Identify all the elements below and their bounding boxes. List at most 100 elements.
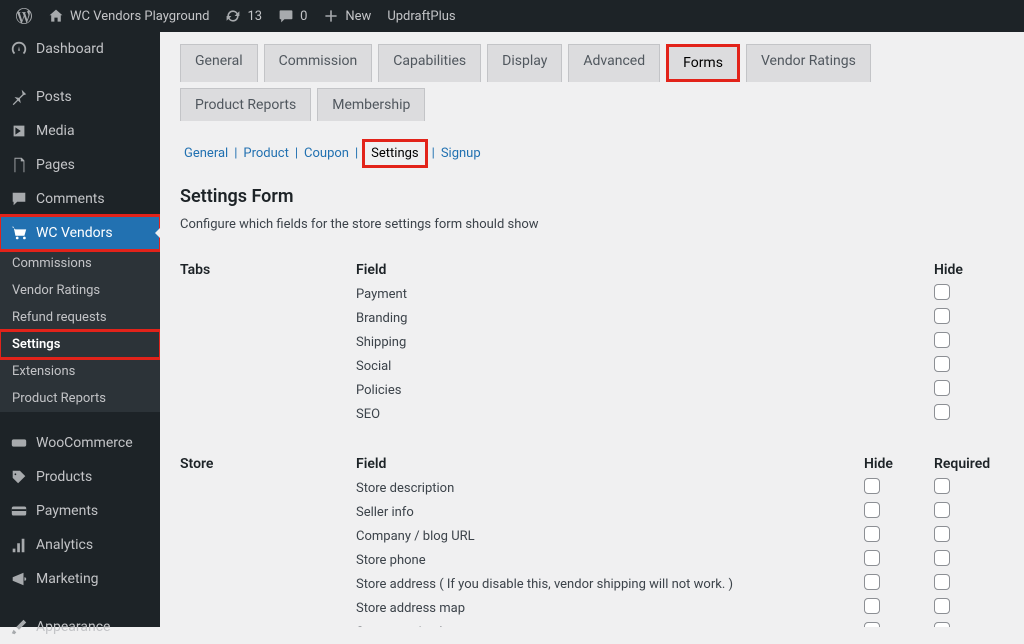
required-checkbox[interactable] bbox=[934, 598, 950, 614]
field-label: Policies bbox=[356, 383, 934, 398]
refresh-icon bbox=[225, 8, 241, 24]
menu-products[interactable]: Products bbox=[0, 460, 160, 494]
store-field-row: Store opening hours bbox=[356, 620, 1004, 627]
tab-product-reports[interactable]: Product Reports bbox=[180, 88, 311, 121]
subtab-settings[interactable]: Settings bbox=[362, 139, 427, 168]
subtab-coupon[interactable]: Coupon bbox=[302, 146, 351, 161]
required-checkbox[interactable] bbox=[934, 574, 950, 590]
products-icon bbox=[10, 468, 28, 486]
comments-count: 0 bbox=[300, 9, 307, 24]
hide-checkbox[interactable] bbox=[864, 526, 880, 542]
required-checkbox[interactable] bbox=[934, 478, 950, 494]
store-section: Store Field Hide Required Store descript… bbox=[180, 456, 1004, 627]
menu-woocommerce[interactable]: WooCommerce bbox=[0, 426, 160, 460]
submenu-commissions[interactable]: Commissions bbox=[0, 250, 160, 277]
field-label: Seller info bbox=[356, 505, 864, 520]
hide-checkbox[interactable] bbox=[864, 550, 880, 566]
pin-icon bbox=[10, 88, 28, 106]
store-field-row: Company / blog URL bbox=[356, 524, 1004, 548]
hide-checkbox[interactable] bbox=[864, 574, 880, 590]
comment-icon bbox=[278, 8, 294, 24]
hide-checkbox[interactable] bbox=[934, 356, 950, 372]
field-label: Social bbox=[356, 359, 934, 374]
new-label: New bbox=[345, 9, 371, 24]
tabs-field-row: Shipping bbox=[356, 330, 1004, 354]
hide-checkbox[interactable] bbox=[934, 332, 950, 348]
hide-checkbox[interactable] bbox=[934, 308, 950, 324]
hide-checkbox[interactable] bbox=[864, 478, 880, 494]
store-header-field: Field bbox=[356, 456, 864, 472]
field-label: Company / blog URL bbox=[356, 529, 864, 544]
admin-sidebar: Dashboard Posts Media Pages Comments WC … bbox=[0, 32, 160, 627]
wp-logo[interactable] bbox=[8, 0, 40, 32]
analytics-icon bbox=[10, 536, 28, 554]
page-desc: Configure which fields for the store set… bbox=[180, 217, 1004, 232]
menu-appearance[interactable]: Appearance bbox=[0, 610, 160, 644]
sub-tabs: General | Product | Coupon | Settings | … bbox=[180, 139, 1004, 168]
hide-checkbox[interactable] bbox=[864, 502, 880, 518]
menu-comments[interactable]: Comments bbox=[0, 182, 160, 216]
required-checkbox[interactable] bbox=[934, 550, 950, 566]
menu-posts[interactable]: Posts bbox=[0, 80, 160, 114]
page-icon bbox=[10, 156, 28, 174]
tab-capabilities[interactable]: Capabilities bbox=[378, 44, 481, 82]
menu-payments[interactable]: Payments bbox=[0, 494, 160, 528]
required-checkbox[interactable] bbox=[934, 502, 950, 518]
store-section-label: Store bbox=[180, 456, 356, 472]
submenu-refund[interactable]: Refund requests bbox=[0, 304, 160, 331]
store-field-row: Store address ( If you disable this, ven… bbox=[356, 572, 1004, 596]
subtab-general[interactable]: General bbox=[182, 146, 230, 161]
updates-count: 13 bbox=[247, 9, 262, 24]
tab-display[interactable]: Display bbox=[487, 44, 562, 82]
tab-general[interactable]: General bbox=[180, 44, 258, 82]
hide-checkbox[interactable] bbox=[864, 598, 880, 614]
required-checkbox[interactable] bbox=[934, 526, 950, 542]
updates[interactable]: 13 bbox=[217, 0, 270, 32]
menu-wcvendors[interactable]: WC Vendors bbox=[0, 216, 160, 250]
tab-advanced[interactable]: Advanced bbox=[568, 44, 660, 82]
submenu-product-reports[interactable]: Product Reports bbox=[0, 385, 160, 412]
menu-dashboard[interactable]: Dashboard bbox=[0, 32, 160, 66]
subtab-signup[interactable]: Signup bbox=[439, 146, 483, 161]
tabs-section: Tabs Field Hide Payment Branding Shippin… bbox=[180, 262, 1004, 426]
content-area: General Commission Capabilities Display … bbox=[160, 32, 1024, 627]
tab-membership[interactable]: Membership bbox=[317, 88, 425, 121]
field-label: Store phone bbox=[356, 553, 864, 568]
site-home[interactable]: WC Vendors Playground bbox=[40, 0, 217, 32]
page-title: Settings Form bbox=[180, 186, 1004, 207]
field-label: Shipping bbox=[356, 335, 934, 350]
menu-marketing[interactable]: Marketing bbox=[0, 562, 160, 596]
tabs-header-hide: Hide bbox=[934, 262, 1004, 278]
updraft-label: UpdraftPlus bbox=[387, 9, 455, 24]
store-field-row: Store description bbox=[356, 476, 1004, 500]
updraft-item[interactable]: UpdraftPlus bbox=[379, 0, 463, 32]
required-checkbox[interactable] bbox=[934, 622, 950, 627]
menu-pages[interactable]: Pages bbox=[0, 148, 160, 182]
plus-icon bbox=[323, 8, 339, 24]
store-field-row: Seller info bbox=[356, 500, 1004, 524]
new-content[interactable]: New bbox=[315, 0, 379, 32]
submenu-settings[interactable]: Settings bbox=[0, 331, 160, 358]
hide-checkbox[interactable] bbox=[934, 404, 950, 420]
tabs-header-field: Field bbox=[356, 262, 934, 278]
admin-bar: WC Vendors Playground 13 0 New UpdraftPl… bbox=[0, 0, 1024, 32]
menu-media[interactable]: Media bbox=[0, 114, 160, 148]
site-title: WC Vendors Playground bbox=[70, 9, 209, 24]
menu-analytics[interactable]: Analytics bbox=[0, 528, 160, 562]
comments-ab[interactable]: 0 bbox=[270, 0, 315, 32]
hide-checkbox[interactable] bbox=[864, 622, 880, 627]
tabs-field-row: Social bbox=[356, 354, 1004, 378]
tab-vendor-ratings[interactable]: Vendor Ratings bbox=[746, 44, 871, 82]
field-label: Branding bbox=[356, 311, 934, 326]
woo-icon bbox=[10, 434, 28, 452]
hide-checkbox[interactable] bbox=[934, 380, 950, 396]
subtab-product[interactable]: Product bbox=[241, 146, 290, 161]
submenu-vendor-ratings[interactable]: Vendor Ratings bbox=[0, 277, 160, 304]
tab-forms[interactable]: Forms bbox=[666, 44, 740, 82]
hide-checkbox[interactable] bbox=[934, 284, 950, 300]
field-label: Store description bbox=[356, 481, 864, 496]
submenu-extensions[interactable]: Extensions bbox=[0, 358, 160, 385]
tabs-section-label: Tabs bbox=[180, 262, 356, 278]
tab-commission[interactable]: Commission bbox=[264, 44, 373, 82]
comments-icon bbox=[10, 190, 28, 208]
